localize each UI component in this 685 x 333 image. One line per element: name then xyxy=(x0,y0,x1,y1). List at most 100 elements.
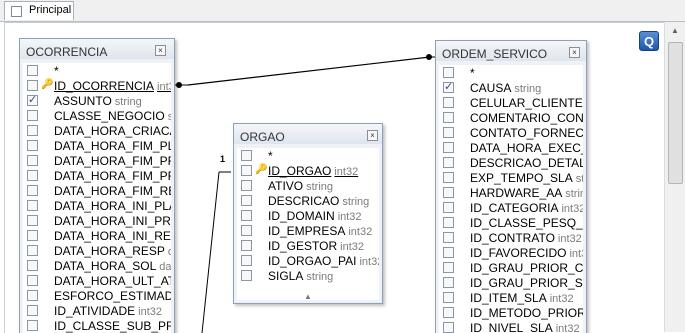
field-row[interactable]: ID_EMPRESA int32 xyxy=(237,223,379,238)
field-checkbox[interactable] xyxy=(27,155,38,166)
field-row[interactable]: ID_CONTRATO int32 xyxy=(439,230,583,245)
field-row[interactable]: DATA_HORA_FIM_RE xyxy=(23,183,171,198)
field-checkbox[interactable] xyxy=(27,93,38,106)
field-row[interactable]: DATA_HORA_FIM_PLA xyxy=(23,138,171,153)
field-checkbox[interactable] xyxy=(443,307,454,318)
field-checkbox[interactable] xyxy=(443,112,454,123)
scroll-more-icon[interactable]: ▲ xyxy=(234,292,382,301)
field-row[interactable]: DESCRICAO string xyxy=(237,193,379,208)
field-row[interactable]: CONTATO_FORNECE xyxy=(439,125,583,140)
field-row[interactable]: * xyxy=(237,148,379,163)
field-row[interactable]: DATA_HORA_INI_PLA xyxy=(23,198,171,213)
field-checkbox[interactable] xyxy=(443,187,454,198)
field-row[interactable]: ESFORCO_ESTIMADO xyxy=(23,288,171,303)
field-row[interactable]: EXP_TEMPO_SLAstrin xyxy=(439,170,583,185)
field-checkbox[interactable] xyxy=(443,232,454,243)
query-button[interactable]: Q xyxy=(639,31,659,51)
field-row[interactable]: ID_ITEM_SLA int32 xyxy=(439,290,583,305)
field-checkbox[interactable] xyxy=(241,225,252,236)
field-row[interactable]: ID_NIVEL_SLA int32 xyxy=(439,320,583,333)
field-checkbox[interactable] xyxy=(443,67,454,78)
field-checkbox[interactable] xyxy=(241,165,252,176)
table-header[interactable]: ORGAO × xyxy=(234,124,382,144)
field-checkbox[interactable] xyxy=(443,262,454,273)
field-row[interactable]: DATA_HORA_INI_PRE xyxy=(23,213,171,228)
field-row[interactable]: DATA_HORA_INI_REA xyxy=(23,228,171,243)
diagram-canvas[interactable]: 1 OCORRENCIA × *🔑ID_OCORRENCIAint3ASSUNT… xyxy=(4,22,664,333)
field-row[interactable]: CELULAR_CLIENTEst xyxy=(439,95,583,110)
field-checkbox[interactable] xyxy=(443,322,454,333)
field-checkbox[interactable] xyxy=(443,217,454,228)
field-checkbox[interactable] xyxy=(443,157,454,168)
field-checkbox[interactable] xyxy=(27,200,38,211)
field-row[interactable]: ID_CLASSE_PESQ_SA xyxy=(439,215,583,230)
field-row[interactable]: ID_GRAU_PRIOR_CAI xyxy=(439,260,583,275)
field-checkbox[interactable] xyxy=(27,140,38,151)
table-header[interactable]: ORDEM_SERVICO × xyxy=(436,41,586,61)
field-checkbox[interactable] xyxy=(443,277,454,288)
field-row[interactable]: DATA_HORA_ULT_AT xyxy=(23,273,171,288)
field-row[interactable]: ATIVO string xyxy=(237,178,379,193)
scroll-up-icon[interactable]: ▲ xyxy=(665,22,685,39)
field-checkbox[interactable] xyxy=(27,230,38,241)
close-icon[interactable]: × xyxy=(367,130,378,141)
field-row[interactable]: ID_ATIVIDADE int32 xyxy=(23,303,171,318)
field-row[interactable]: ID_FAVORECIDOint32 xyxy=(439,245,583,260)
field-checkbox[interactable] xyxy=(241,150,252,161)
field-checkbox[interactable] xyxy=(443,142,454,153)
field-checkbox[interactable] xyxy=(241,195,252,206)
field-checkbox[interactable] xyxy=(443,80,454,93)
field-checkbox[interactable] xyxy=(443,292,454,303)
field-row[interactable]: ID_GESTOR int32 xyxy=(237,238,379,253)
field-checkbox[interactable] xyxy=(443,172,454,183)
field-checkbox[interactable] xyxy=(241,180,252,191)
field-row[interactable]: ID_DOMAIN int32 xyxy=(237,208,379,223)
field-checkbox[interactable] xyxy=(241,270,252,281)
field-checkbox[interactable] xyxy=(443,247,454,258)
field-checkbox[interactable] xyxy=(27,275,38,286)
close-icon[interactable]: × xyxy=(155,45,166,56)
field-checkbox[interactable] xyxy=(443,202,454,213)
field-checkbox[interactable] xyxy=(241,255,252,266)
field-row[interactable]: DESCRICAO_DETALH xyxy=(439,155,583,170)
field-row[interactable]: COMENTARIO_CONTA xyxy=(439,110,583,125)
field-checkbox[interactable] xyxy=(27,170,38,181)
field-row[interactable]: ID_GRAU_PRIOR_SER xyxy=(439,275,583,290)
field-checkbox[interactable] xyxy=(443,127,454,138)
field-row[interactable]: CLASSE_NEGOCIOstr xyxy=(23,108,171,123)
field-row[interactable]: ID_ORGAO_PAIint32 xyxy=(237,253,379,268)
field-checkbox[interactable] xyxy=(27,290,38,301)
field-row[interactable]: CAUSAstring xyxy=(439,80,583,95)
table-header[interactable]: OCORRENCIA × xyxy=(20,39,174,59)
field-checkbox[interactable] xyxy=(27,185,38,196)
field-checkbox[interactable] xyxy=(27,110,38,121)
field-row[interactable]: DATA_HORA_RESPd xyxy=(23,243,171,258)
field-checkbox[interactable] xyxy=(27,305,38,316)
vertical-scrollbar[interactable]: ▲ xyxy=(664,22,685,332)
field-row[interactable]: ID_CATEGORIA int32 xyxy=(439,200,583,215)
field-checkbox[interactable] xyxy=(27,245,38,256)
field-checkbox[interactable] xyxy=(27,215,38,226)
field-row[interactable]: ID_METODO_PRIORIZ xyxy=(439,305,583,320)
field-checkbox[interactable] xyxy=(27,80,38,91)
field-checkbox[interactable] xyxy=(443,97,454,108)
field-row[interactable]: SIGLA string xyxy=(237,268,379,283)
field-row[interactable]: * xyxy=(439,65,583,80)
field-row[interactable]: * xyxy=(23,63,171,78)
field-checkbox[interactable] xyxy=(27,65,38,76)
field-checkbox[interactable] xyxy=(27,125,38,136)
field-checkbox[interactable] xyxy=(27,320,38,331)
field-checkbox[interactable] xyxy=(241,240,252,251)
field-row[interactable]: DATA_HORA_CRIACA xyxy=(23,123,171,138)
field-row[interactable]: DATA_HORA_FIM_PR xyxy=(23,168,171,183)
table-ordem-servico[interactable]: ORDEM_SERVICO × *CAUSAstringCELULAR_CLIE… xyxy=(435,40,587,333)
scroll-thumb[interactable] xyxy=(668,42,683,184)
field-row[interactable]: 🔑 ID_ORGAO int32 xyxy=(237,163,379,178)
field-row[interactable]: DATA_HORA_EXEC_M xyxy=(439,140,583,155)
field-checkbox[interactable] xyxy=(241,210,252,221)
field-row[interactable]: DATA_HORA_SOL da xyxy=(23,258,171,273)
close-icon[interactable]: × xyxy=(569,47,580,58)
tab-checkbox[interactable] xyxy=(11,6,22,17)
tab-principal[interactable]: Principal xyxy=(4,1,74,20)
field-row[interactable]: ASSUNTOstring xyxy=(23,93,171,108)
